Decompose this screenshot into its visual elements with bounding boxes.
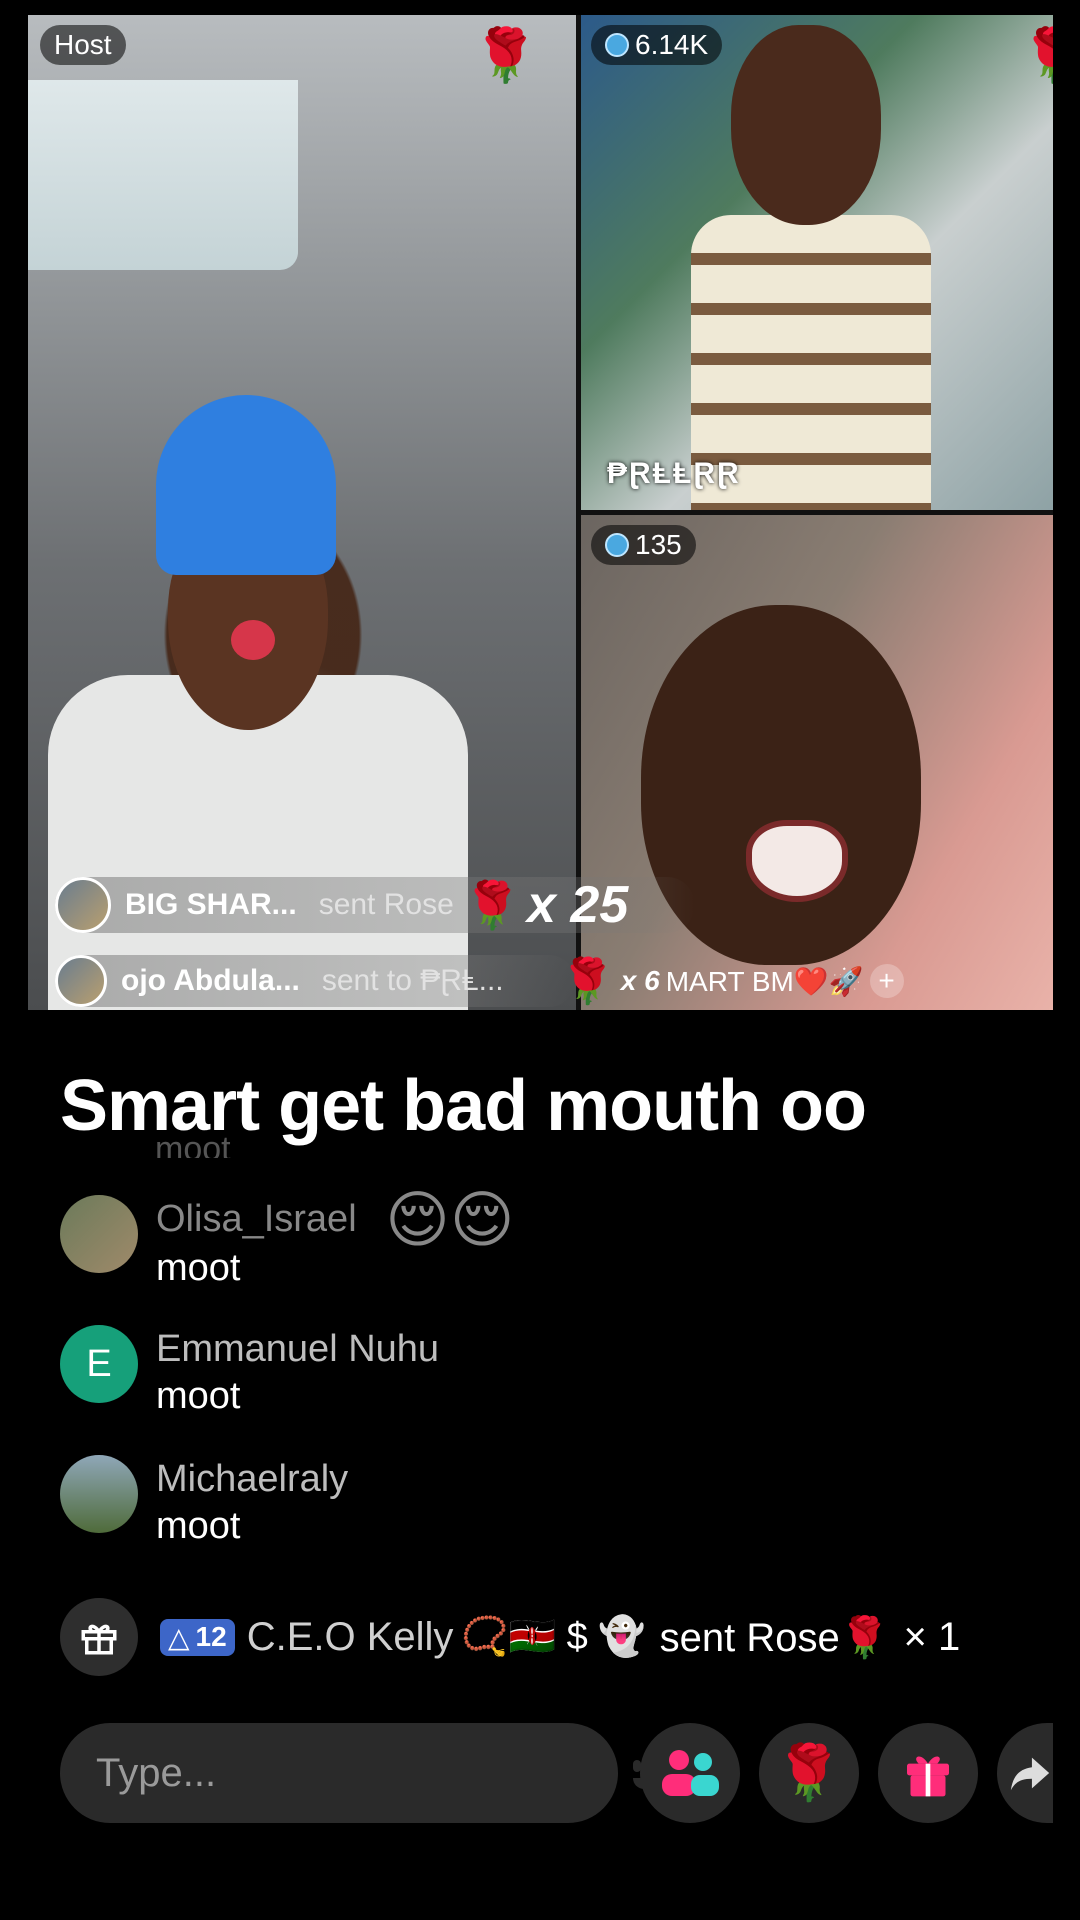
rose-icon: 🌹 (463, 878, 522, 931)
chat-message[interactable]: E Emmanuel Nuhu moot (60, 1325, 439, 1419)
gift-banner: BIG SHAR... sent Rose 🌹 x 25 (55, 876, 695, 934)
gift-icon (81, 1624, 117, 1655)
comment-input[interactable] (94, 1749, 613, 1797)
host-badge-label: Host (54, 29, 112, 60)
gift-event-count: × 1 (903, 1614, 961, 1659)
sunroof-background (28, 80, 298, 270)
rose-icon: 🌹 (473, 27, 538, 85)
rose-gift-button[interactable]: 🌹 (759, 1723, 859, 1823)
add-guest-button[interactable]: + (869, 964, 904, 998)
guest-participants[interactable]: 🌹 x 6 MART BM❤️🚀 + (560, 955, 904, 1007)
guest-video-tile-1[interactable]: 6.14K 🌹 ₱ⱤⱠⱠⱤⱤ (581, 15, 1053, 510)
level-value: 12 (195, 1621, 227, 1652)
guest1-face (731, 25, 881, 225)
gift-banner: ojo Abdula... sent to ₱ⱤⱠ... (55, 955, 575, 1007)
gift-button[interactable] (878, 1723, 978, 1823)
host-beanie (156, 395, 336, 575)
comment-input-bar[interactable] (60, 1723, 655, 1823)
multi-guest-button[interactable] (640, 1723, 740, 1823)
avatar (55, 955, 107, 1007)
participants-label: MART BM❤️🚀 (665, 965, 864, 997)
chat-message[interactable]: Michaelraly moot (60, 1455, 348, 1549)
gift-count: x 25 (527, 876, 629, 934)
avatar[interactable]: E (60, 1325, 138, 1403)
gift-event-action: sent Rose🌹 (659, 1615, 890, 1660)
level-badge: △ 12 (160, 1618, 235, 1656)
username-decorations: 📿🇰🇪 $ 👻 (461, 1616, 646, 1658)
guest1-nameplate: ₱ⱤⱠⱠⱤⱤ (607, 457, 741, 490)
avatar (55, 877, 111, 933)
guest1-viewer-count-value: 6.14K (635, 29, 709, 60)
gift-count: x 6 (620, 965, 660, 996)
gift-icon (907, 1756, 949, 1797)
gem-icon (605, 33, 629, 57)
gift-sender-name: ojo Abdula... (121, 964, 300, 997)
guest2-viewer-count: 135 (591, 525, 696, 565)
guest2-viewer-count-value: 135 (635, 529, 682, 560)
gift-action: sent Rose (318, 888, 454, 921)
avatar[interactable] (60, 1455, 138, 1533)
chat-username[interactable]: Michaelraly (156, 1455, 348, 1503)
rose-icon: 🌹 (560, 957, 615, 1006)
gift-action: sent to ₱ⱤⱠ... (321, 964, 504, 997)
guest1-viewer-count: 6.14K (591, 25, 723, 65)
share-icon (1010, 1757, 1050, 1791)
gift-event-username[interactable]: C.E.O Kelly (247, 1615, 454, 1660)
gift-event-row: △ 12 C.E.O Kelly 📿🇰🇪 $ 👻 sent Rose🌹 × 1 (60, 1598, 960, 1676)
chat-message[interactable]: Olisa_Israel 😌😌 moot (60, 1189, 514, 1291)
chat-username[interactable]: Emmanuel Nuhu (156, 1325, 439, 1373)
host-video-tile[interactable]: Host 🌹 (28, 15, 576, 1010)
avatar[interactable] (60, 1195, 138, 1273)
emoji-reaction: 😌😌 (385, 1185, 515, 1255)
chat-username[interactable]: Olisa_Israel (156, 1198, 357, 1240)
host-badge: Host (40, 25, 126, 65)
guest-video-tile-2[interactable]: 135 (581, 515, 1053, 1010)
guest2-mouth (746, 820, 848, 902)
share-button[interactable] (997, 1723, 1053, 1823)
gift-feed-button[interactable] (60, 1598, 138, 1676)
rose-icon: 🌹 (1021, 30, 1053, 82)
live-video-grid: Host 🌹 6.14K 🌹 ₱ⱤⱠⱠⱤⱤ 135 (28, 15, 1053, 1010)
host-mouth (231, 620, 275, 660)
gift-sender-name: BIG SHAR... (125, 888, 297, 921)
triangle-icon: △ (168, 1621, 190, 1653)
faded-comment: moot (155, 1130, 231, 1158)
rose-icon: 🌹 (775, 1742, 843, 1803)
chat-text: moot (156, 1505, 241, 1547)
gem-icon (605, 533, 629, 557)
people-icon (662, 1750, 719, 1796)
chat-text: moot (156, 1375, 241, 1417)
